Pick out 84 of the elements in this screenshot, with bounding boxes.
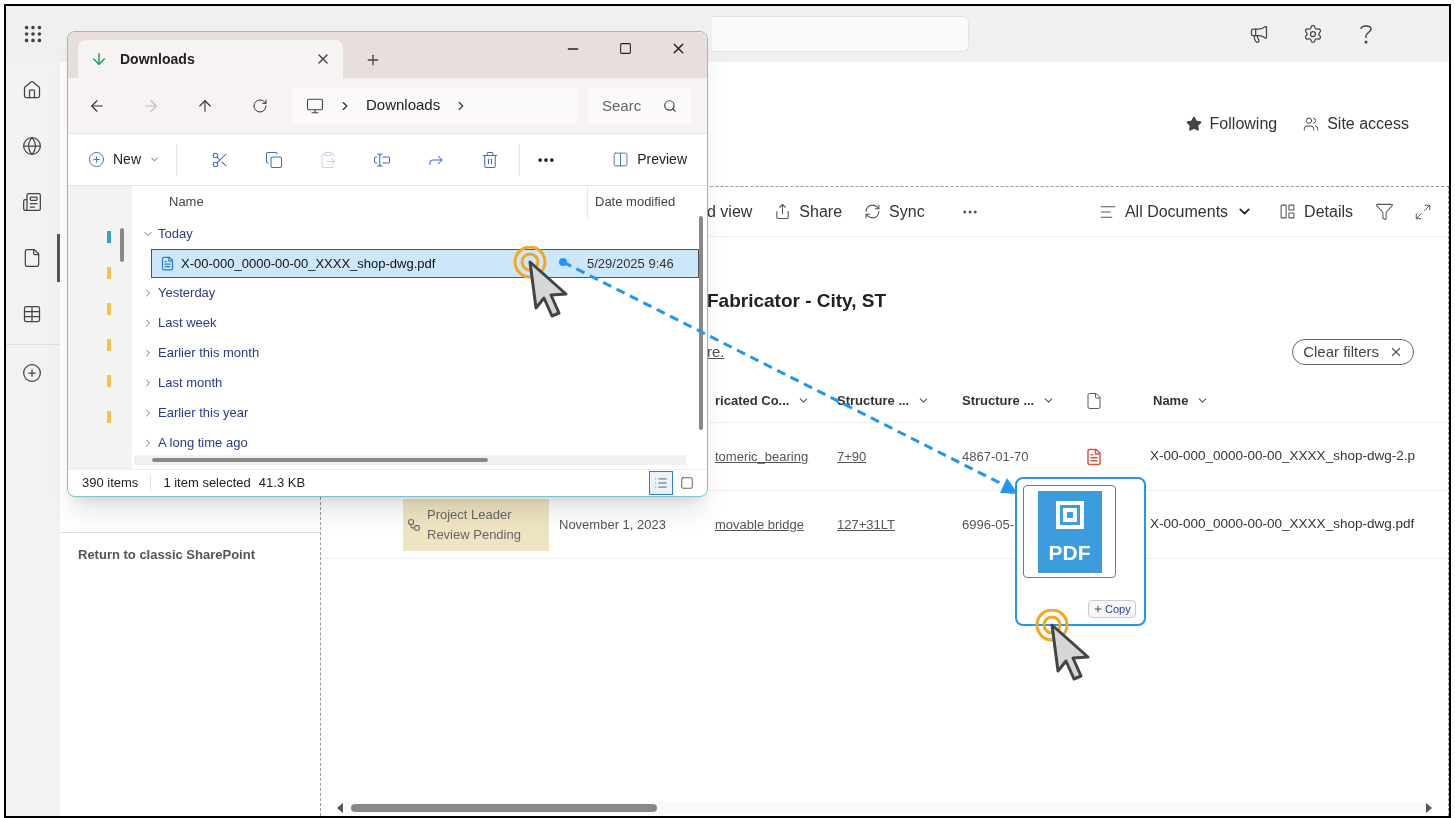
component-link[interactable]: movable bridge [715, 514, 804, 535]
people-icon [1303, 116, 1320, 132]
horizontal-scrollbar[interactable] [337, 802, 1432, 814]
station-link[interactable]: 7+90 [837, 446, 867, 467]
more-link[interactable]: re. [707, 340, 725, 364]
column-header[interactable]: Structure ... [831, 379, 956, 422]
search-field[interactable] [712, 16, 969, 52]
plus-icon [88, 151, 105, 168]
delete-icon[interactable] [481, 150, 499, 169]
window-tab[interactable]: Downloads [78, 40, 343, 78]
copy-icon[interactable] [265, 150, 283, 169]
preview-button[interactable]: Preview [612, 149, 687, 170]
library-title: Fabricator - City, ST [707, 288, 887, 313]
search-icon [663, 98, 677, 113]
status-badge: Project Leader Review Pending [403, 498, 549, 551]
group-header[interactable]: A long time ago [132, 428, 707, 458]
pane-icon [612, 151, 630, 168]
selection-size: 41.3 KB [258, 474, 306, 493]
structure-cell-text: 6996-05- [962, 515, 1015, 534]
copy-badge: Copy [1088, 600, 1136, 618]
view-toggle[interactable] [649, 471, 673, 495]
file-row[interactable]: X-00-000_0000-00-00_XXXX_shop-dwg.pdf 5/29/2025 9:46 [151, 249, 699, 278]
help-icon[interactable] [1357, 23, 1375, 45]
return-classic-link[interactable]: Return to classic SharePoint [78, 547, 255, 562]
download-icon [90, 50, 108, 68]
address-bar[interactable]: Downloads [292, 87, 578, 124]
star-icon [1185, 116, 1202, 132]
share-command[interactable]: Share [774, 199, 843, 224]
horizontal-scrollbar[interactable] [134, 455, 686, 465]
list-icon [21, 304, 42, 324]
pdf-file-icon [1085, 447, 1103, 466]
megaphone-icon[interactable] [1249, 24, 1269, 44]
filter-icon[interactable] [1375, 202, 1394, 221]
computer-icon [306, 96, 324, 115]
item-count: 390 items [82, 474, 139, 493]
column-header[interactable]: ricated Co... [709, 379, 831, 422]
maximize-icon[interactable] [619, 42, 632, 55]
group-header[interactable]: Today [132, 219, 707, 249]
workflow-icon [407, 517, 421, 532]
app-launcher-icon[interactable] [22, 23, 44, 45]
cut-icon[interactable] [211, 150, 229, 169]
column-header[interactable]: Date modified [587, 186, 676, 218]
column-header[interactable]: Structure ... [956, 379, 1081, 422]
sync-icon [864, 203, 882, 220]
group-header[interactable]: Earlier this year [132, 398, 707, 428]
sync-command[interactable]: Sync [864, 199, 925, 224]
following-button[interactable]: Following [1185, 112, 1278, 136]
news-icon [21, 192, 42, 212]
refresh-icon[interactable] [252, 97, 268, 114]
search-field[interactable]: Searc [588, 87, 691, 124]
globe-icon [21, 136, 42, 156]
group-header[interactable]: Yesterday [132, 278, 707, 308]
component-link[interactable]: tomeric_bearing [715, 446, 809, 467]
panel-icon [1279, 203, 1297, 220]
close-icon [1389, 345, 1403, 359]
view-command[interactable]: d view [707, 199, 753, 224]
tiles-view-icon [680, 476, 694, 490]
pdf-file-icon: PDF [1023, 485, 1116, 578]
station-link[interactable]: 127+31LT [837, 514, 895, 535]
selection-info: 1 item selected [163, 474, 251, 493]
details-button[interactable]: Details [1279, 199, 1353, 224]
file-name-link[interactable]: X-00-000_0000-00-00_XXXX_shop-dwg.pdf [1150, 514, 1415, 535]
home-icon [21, 80, 42, 100]
share-icon [774, 203, 792, 220]
file-type-icon[interactable] [1085, 391, 1103, 410]
site-access-button[interactable]: Site access [1303, 112, 1409, 136]
new-button[interactable]: New [88, 149, 160, 170]
file-name-link[interactable]: X-00-000_0000-00-00_XXXX_shop-dwg-2.p [1150, 446, 1415, 467]
column-header[interactable]: Name [1147, 379, 1448, 422]
pdf-file-icon [160, 256, 175, 271]
rename-icon[interactable] [373, 150, 391, 169]
structure-cell-text: 4867-01-70 [962, 447, 1029, 466]
date-cell-text: November 1, 2023 [559, 515, 666, 534]
plus-icon [1093, 604, 1103, 614]
column-header[interactable]: Name [132, 186, 587, 218]
view-selector[interactable]: All Documents [1098, 199, 1254, 224]
details-view-icon [654, 476, 668, 490]
expand-icon[interactable] [1414, 202, 1432, 221]
new-tab-icon[interactable] [365, 52, 381, 68]
settings-icon[interactable] [1303, 24, 1323, 44]
create-icon [21, 362, 42, 383]
group-header[interactable]: Earlier this month [132, 338, 707, 368]
group-header[interactable]: Last week [132, 308, 707, 338]
group-header[interactable]: Last month [132, 368, 707, 398]
